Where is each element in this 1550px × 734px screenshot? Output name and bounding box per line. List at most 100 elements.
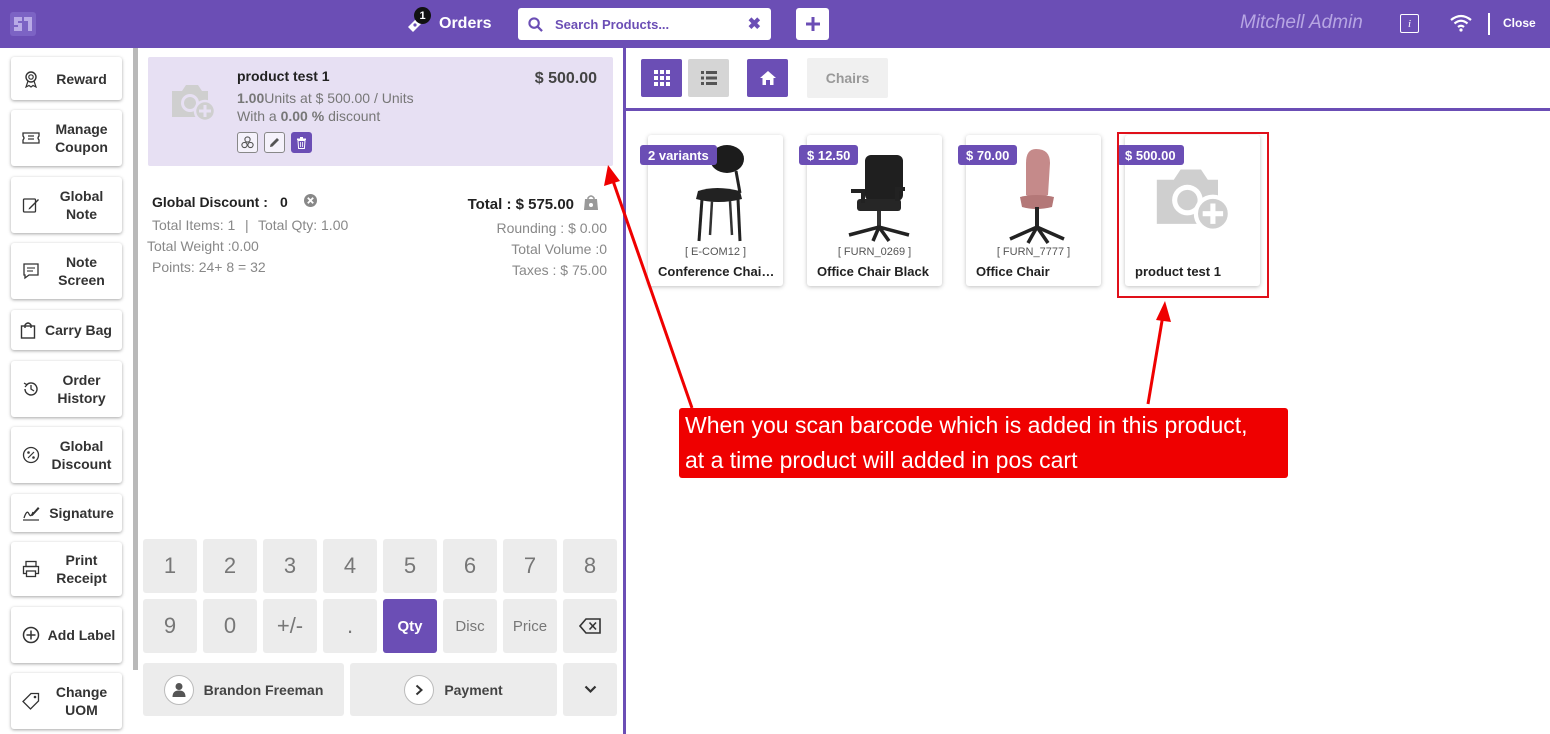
numpad-6[interactable]: 6 <box>443 539 497 593</box>
signature-label: Signature <box>49 505 114 521</box>
product-card[interactable]: $ 12.50 [ FURN_0269 ] Office Chair Black <box>799 135 942 286</box>
summary-separator: | <box>245 217 249 233</box>
note-screen-button[interactable]: Note Screen <box>11 243 122 299</box>
numpad-7[interactable]: 7 <box>503 539 557 593</box>
payment-label: Payment <box>444 681 503 698</box>
new-order-button[interactable] <box>796 8 829 40</box>
customer-name: Brandon Freeman <box>203 681 324 698</box>
toolbar-divider <box>626 108 1550 111</box>
order-line-discount-info: With a 0.00 % discount <box>237 108 380 124</box>
list-view-button[interactable] <box>688 59 729 97</box>
more-actions-button[interactable] <box>563 663 617 716</box>
order-line-actions <box>237 132 312 153</box>
product-card[interactable]: $ 70.00 [ FURN_7777 ] Office Chair <box>958 135 1101 286</box>
chevron-right-icon <box>404 674 435 705</box>
annotation-line-2: at a time product will added in pos cart <box>685 447 1078 473</box>
print-receipt-label: Print Receipt <box>56 552 107 586</box>
note-screen-label: Note Screen <box>58 254 105 288</box>
history-icon <box>22 380 40 398</box>
plus-icon <box>805 17 820 31</box>
numpad-1[interactable]: 1 <box>143 539 197 593</box>
print-receipt-button[interactable]: Print Receipt <box>11 542 122 596</box>
info-icon[interactable]: i <box>1400 14 1419 33</box>
close-button[interactable]: Close <box>1503 16 1536 30</box>
top-bar: 1 Orders ✖ Mitchell Admin i Close <box>0 0 1550 48</box>
taxes: Taxes : $ 75.00 <box>512 262 607 278</box>
change-uom-label: Change UOM <box>55 684 108 718</box>
remove-discount-icon[interactable] <box>303 193 318 208</box>
delete-trash-icon[interactable] <box>291 132 312 153</box>
numpad-9[interactable]: 9 <box>143 599 197 653</box>
grid-view-button[interactable] <box>641 59 682 97</box>
carry-bag-label: Carry Bag <box>45 322 112 338</box>
payment-button[interactable]: Payment <box>350 663 557 716</box>
home-category-button[interactable] <box>747 59 788 97</box>
order-history-button[interactable]: Order History <box>11 361 122 417</box>
total-qty: Total Qty: 1.00 <box>258 217 349 233</box>
manage-coupon-label: Manage Coupon <box>55 121 108 155</box>
add-label-label: Add Label <box>47 627 116 643</box>
total-weight: Total Weight :0.00 <box>147 238 259 254</box>
bag-lock-icon <box>584 195 598 210</box>
numpad-backspace[interactable] <box>563 599 617 653</box>
numpad-disc-mode[interactable]: Disc <box>443 599 497 653</box>
product-name: Office Chair Black <box>817 264 929 279</box>
clear-search-icon[interactable]: ✖ <box>748 14 761 34</box>
add-label-button[interactable]: Add Label <box>11 607 122 663</box>
product-tag: $ 12.50 <box>799 145 859 165</box>
product-name: Conference Chair (Ste... <box>658 264 775 279</box>
numpad-4[interactable]: 4 <box>323 539 377 593</box>
numpad-price-mode[interactable]: Price <box>503 599 557 653</box>
user-name[interactable]: Mitchell Admin <box>1240 12 1363 34</box>
user-icon <box>163 674 194 705</box>
numpad-5[interactable]: 5 <box>383 539 437 593</box>
numpad-plus-minus[interactable]: +/- <box>263 599 317 653</box>
numpad-0[interactable]: 0 <box>203 599 257 653</box>
loyalty-points: Points: 24+ 8 = 32 <box>152 259 266 275</box>
customer-button[interactable]: Brandon Freeman <box>143 663 344 716</box>
numpad-2[interactable]: 2 <box>203 539 257 593</box>
search-box: ✖ <box>518 8 771 40</box>
change-uom-button[interactable]: Change UOM <box>11 673 122 729</box>
product-card[interactable]: 2 variants [ E-COM12 ] Conference Chair … <box>640 135 783 286</box>
grid-icon <box>653 70 670 86</box>
wifi-icon <box>1450 14 1472 32</box>
annotation-callout: When you scan barcode which is added in … <box>679 408 1288 478</box>
bag-icon <box>19 321 37 339</box>
product-name: Office Chair <box>976 264 1050 279</box>
global-note-button[interactable]: Global Note <box>11 177 122 233</box>
numpad-8[interactable]: 8 <box>563 539 617 593</box>
order-line-quantity-info: 1.00Units at $ 500.00 / Units <box>237 90 414 106</box>
global-discount-label: Global Discount <box>51 438 112 472</box>
edit-pencil-icon[interactable] <box>264 132 285 153</box>
reward-button[interactable]: Reward <box>11 57 122 100</box>
global-note-label: Global Note <box>59 188 104 222</box>
discount-prefix: With a <box>237 108 277 124</box>
orders-label: Orders <box>439 15 492 32</box>
numpad-3[interactable]: 3 <box>263 539 317 593</box>
product-code: [ E-COM12 ] <box>684 246 747 258</box>
variants-icon[interactable] <box>237 132 258 153</box>
order-total: Total : $ 575.00 <box>467 196 574 213</box>
backspace-icon <box>579 618 601 634</box>
manage-coupon-button[interactable]: Manage Coupon <box>11 110 122 166</box>
global-discount-button[interactable]: Global Discount <box>11 427 122 483</box>
product-tag: 2 variants <box>640 145 717 165</box>
global-discount-value: 0 <box>280 194 288 210</box>
numpad-qty-mode[interactable]: Qty <box>383 599 437 653</box>
product-code: [ FURN_7777 ] <box>996 246 1071 258</box>
note-screen-icon <box>22 262 40 280</box>
tag-icon <box>22 692 40 710</box>
search-input[interactable] <box>555 16 748 32</box>
carry-bag-button[interactable]: Carry Bag <box>11 310 122 350</box>
header-divider <box>1488 13 1490 35</box>
rounding: Rounding : $ 0.00 <box>496 220 607 236</box>
discount-value: 0.00 % <box>280 108 325 124</box>
numpad-decimal[interactable]: . <box>323 599 377 653</box>
list-icon <box>700 71 717 85</box>
breadcrumb-chairs[interactable]: Chairs <box>807 58 888 98</box>
orders-button[interactable]: 1 Orders <box>405 7 492 40</box>
order-line-selected[interactable]: product test 1 $ 500.00 1.00Units at $ 5… <box>148 57 613 166</box>
signature-button[interactable]: Signature <box>11 494 122 532</box>
app-logo-icon[interactable] <box>10 12 36 36</box>
